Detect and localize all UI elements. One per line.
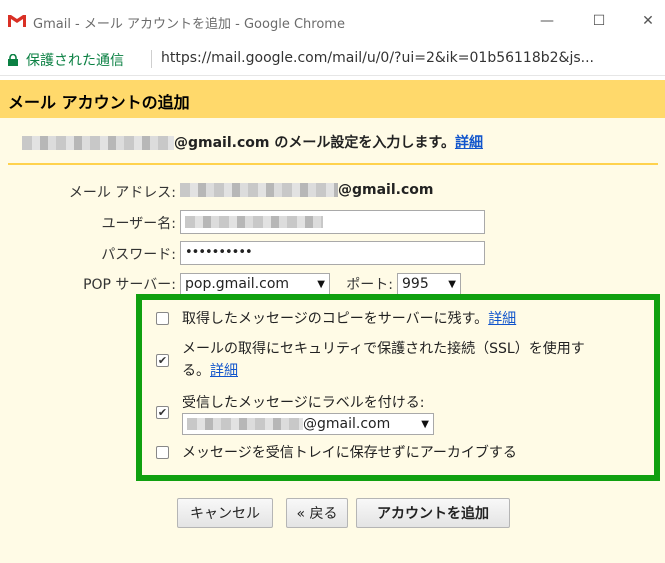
chevron-down-icon: ▼ [317, 278, 325, 290]
pop-server-select[interactable]: pop.gmail.com ▼ [180, 273, 330, 295]
redacted-email [22, 136, 174, 150]
password-input[interactable]: •••••••••• [180, 241, 485, 265]
label-select-value: @gmail.com [187, 416, 390, 432]
chevron-down-icon: ▼ [448, 278, 456, 290]
pop-server-label: POP サーバー: [83, 277, 176, 293]
label-checkbox[interactable]: ✔ [156, 406, 169, 419]
ssl-details-link[interactable]: 詳細 [210, 363, 238, 379]
intro-text: @gmail.com のメール設定を入力します。詳細 [22, 132, 483, 152]
ssl-checkbox[interactable]: ✔ [156, 354, 169, 367]
chevron-down-icon: ▼ [421, 418, 429, 430]
username-input[interactable] [180, 210, 485, 234]
email-label: メール アドレス: [68, 185, 176, 201]
add-account-button[interactable]: アカウントを追加 [356, 498, 510, 528]
secure-connection-label[interactable]: 保護された通信 [26, 50, 124, 70]
dialog-content: @gmail.com のメール設定を入力します。詳細 メール アドレス: @gm… [0, 118, 665, 563]
intro-suffix: @gmail.com のメール設定を入力します。 [174, 135, 455, 151]
cancel-button[interactable]: キャンセル [177, 498, 273, 528]
window-titlebar: Gmail - メール アカウントを追加 - Google Chrome — ☐… [0, 0, 665, 42]
archive-checkbox[interactable] [156, 446, 169, 459]
redacted-username [185, 215, 323, 228]
options-highlight-box: 取得したメッセージのコピーをサーバーに残す。詳細 ✔ メールの取得にセキュリティ… [136, 294, 660, 481]
label-select[interactable]: @gmail.com ▼ [182, 413, 434, 435]
minimize-button[interactable]: — [527, 8, 567, 34]
address-bar[interactable]: 保護された通信 https://mail.google.com/mail/u/0… [0, 42, 665, 76]
window-title: Gmail - メール アカウントを追加 - Google Chrome [33, 17, 345, 32]
gmail-icon [7, 14, 27, 28]
keep-copy-checkbox[interactable] [156, 312, 169, 325]
back-button[interactable]: « 戻る [286, 498, 348, 528]
pop-server-value: pop.gmail.com [185, 276, 290, 292]
ssl-label-line1: メールの取得にセキュリティで保護された接続（SSL）を使用す [182, 341, 585, 357]
keep-copy-option: 取得したメッセージのコピーをサーバーに残す。詳細 [182, 308, 652, 328]
url-text[interactable]: https://mail.google.com/mail/u/0/?ui=2&i… [161, 50, 659, 66]
port-value: 995 [402, 276, 429, 292]
keep-copy-details-link[interactable]: 詳細 [488, 311, 516, 327]
label-select-domain: @gmail.com [303, 416, 391, 432]
keep-copy-label: 取得したメッセージのコピーをサーバーに残す。 [182, 311, 489, 327]
username-label: ユーザー名: [101, 216, 176, 232]
maximize-button[interactable]: ☐ [579, 8, 619, 34]
port-label: ポート: [346, 277, 393, 293]
email-value: @gmail.com [180, 182, 433, 198]
ssl-label-line2: る。 [182, 363, 210, 379]
divider [8, 163, 658, 165]
redacted-email-user [180, 183, 338, 197]
address-separator [151, 50, 152, 68]
close-button[interactable]: ✕ [631, 8, 665, 34]
port-select[interactable]: 995 ▼ [397, 273, 461, 295]
lock-icon [8, 54, 18, 66]
ssl-option: メールの取得にセキュリティで保護された接続（SSL）を使用す る。詳細 [182, 338, 658, 382]
archive-option-text: メッセージを受信トレイに保存せずにアーカイブする [182, 445, 517, 461]
redacted-label-account [187, 418, 303, 430]
intro-details-link[interactable]: 詳細 [455, 135, 483, 151]
email-domain: @gmail.com [338, 182, 434, 198]
label-option-text: 受信したメッセージにラベルを付ける: [182, 395, 425, 411]
password-label: パスワード: [101, 247, 176, 263]
dialog-title: メール アカウントの追加 [8, 93, 190, 112]
dialog-header: メール アカウントの追加 [0, 80, 665, 118]
